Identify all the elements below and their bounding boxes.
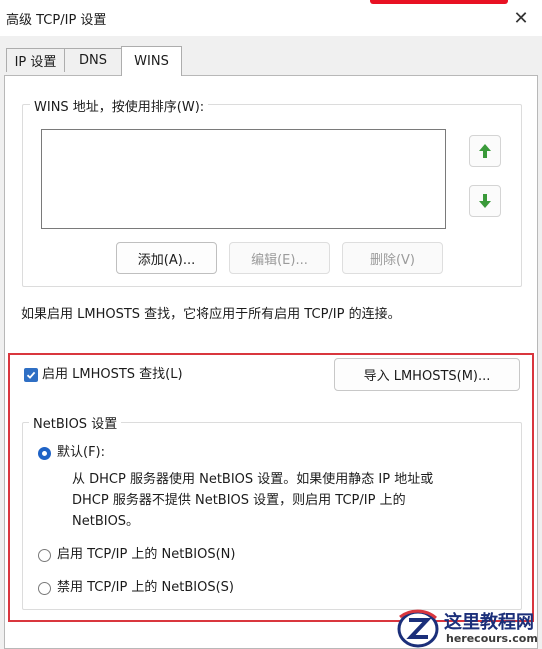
wins-address-list[interactable] — [41, 129, 446, 229]
close-button[interactable]: ✕ — [500, 0, 542, 36]
watermark-brand: 这里教程网 — [444, 612, 534, 633]
lmhosts-note: 如果启用 LMHOSTS 查找，它将应用于所有启用 TCP/IP 的连接。 — [21, 307, 401, 322]
netbios-description-line-1: 从 DHCP 服务器使用 NetBIOS 设置。如果使用静态 IP 地址或 — [72, 472, 434, 487]
import-lmhosts-label: 导入 LMHOSTS(M)... — [363, 369, 491, 384]
add-button-label: 添加(A)... — [137, 252, 196, 268]
arrow-down-icon — [479, 194, 491, 208]
watermark-domain: herecours.com — [446, 632, 538, 645]
netbios-disable-radio[interactable] — [38, 582, 51, 595]
tab-label: DNS — [79, 53, 107, 68]
netbios-default-radio[interactable] — [38, 447, 51, 460]
tab-dns[interactable]: DNS — [64, 48, 122, 72]
import-lmhosts-button[interactable]: 导入 LMHOSTS(M)... — [334, 358, 520, 391]
remove-button-label: 删除(V) — [369, 252, 416, 268]
edit-button-label: 编辑(E)... — [251, 252, 308, 268]
arrow-up-icon — [479, 144, 491, 158]
edit-button[interactable]: 编辑(E)... — [229, 242, 330, 274]
add-button[interactable]: 添加(A)... — [116, 242, 217, 274]
remove-button[interactable]: 删除(V) — [342, 242, 443, 274]
move-down-button[interactable] — [469, 185, 501, 217]
watermark: 这里教程网 herecours.com — [396, 606, 542, 649]
window-title: 高级 TCP/IP 设置 — [6, 13, 107, 28]
netbios-description-line-3: NetBIOS。 — [72, 514, 140, 529]
watermark-logo-icon — [397, 609, 439, 648]
enable-lmhosts-checkbox[interactable] — [24, 368, 38, 382]
netbios-enable-radio[interactable] — [38, 549, 51, 562]
checkmark-icon — [26, 371, 36, 379]
netbios-enable-label: 启用 TCP/IP 上的 NetBIOS(N) — [57, 547, 236, 562]
netbios-group-label: NetBIOS 设置 — [29, 413, 122, 432]
wins-group-label: WINS 地址，按使用排序(W): — [30, 96, 209, 115]
netbios-description-line-2: DHCP 服务器不提供 NetBIOS 设置，则启用 TCP/IP 上的 — [72, 493, 406, 508]
tab-ip-settings[interactable]: IP 设置 — [6, 48, 65, 72]
title-accent-bar — [370, 0, 508, 4]
netbios-default-label: 默认(F): — [57, 445, 106, 460]
move-up-button[interactable] — [469, 135, 501, 167]
enable-lmhosts-label: 启用 LMHOSTS 查找(L) — [42, 367, 183, 382]
netbios-disable-label: 禁用 TCP/IP 上的 NetBIOS(S) — [57, 580, 234, 595]
tab-label: WINS — [134, 54, 169, 69]
close-icon: ✕ — [513, 7, 529, 29]
tab-label: IP 设置 — [14, 55, 57, 70]
tab-wins[interactable]: WINS — [121, 46, 182, 76]
